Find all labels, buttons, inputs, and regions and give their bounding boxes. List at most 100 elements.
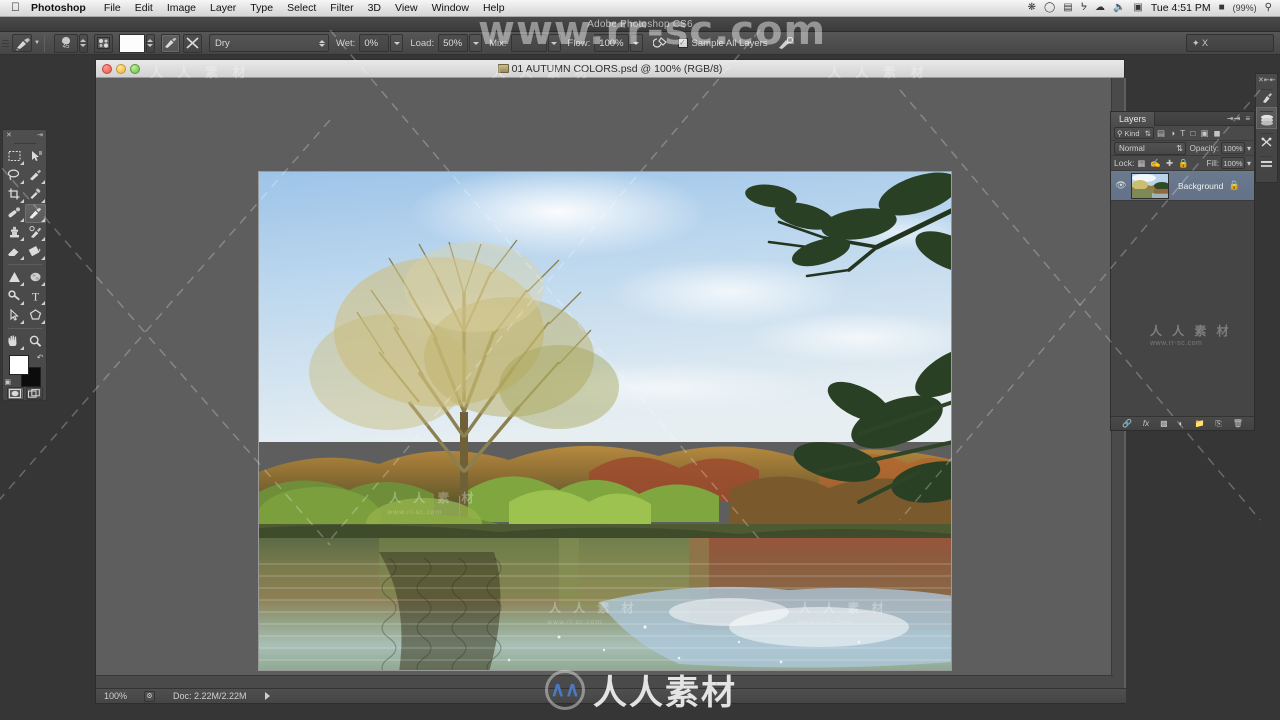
screen-mode-icon[interactable] xyxy=(25,387,43,400)
document-image[interactable]: 人 人 素 材 www.rr-sc.com 人 人 素 材 www.rr-sc.… xyxy=(258,171,952,671)
apple-icon[interactable]:  xyxy=(0,1,30,13)
zoom-icon[interactable] xyxy=(25,332,46,351)
blend-mode-select[interactable]: Normal ⇅ xyxy=(1114,141,1186,155)
paint-bucket-icon[interactable] xyxy=(25,242,46,261)
history-panel-icon[interactable] xyxy=(1256,151,1277,173)
opacity-value[interactable]: 100% xyxy=(1220,142,1245,154)
clone-stamp-icon[interactable] xyxy=(4,223,25,242)
layer-thumbnail[interactable] xyxy=(1131,172,1169,199)
lasso-icon[interactable] xyxy=(4,166,25,185)
layers-list[interactable]: 👁 Background 🔒 xyxy=(1111,171,1254,416)
type-filter-icon[interactable]: T xyxy=(1180,128,1185,138)
expand-panels-icon[interactable]: ⇤⇤ xyxy=(1264,76,1276,84)
menu-type[interactable]: Type xyxy=(243,0,280,17)
layers-filter[interactable]: ⚲ Kind ⇅ ▤ ◑ T □ ▣ ◼ xyxy=(1114,127,1251,139)
checkbox-checked-icon[interactable]: ✓ xyxy=(677,38,688,48)
filter-kind-select[interactable]: ⚲ Kind ⇅ xyxy=(1114,127,1154,139)
zoom-level[interactable]: 100% xyxy=(104,691,138,701)
battery-icon[interactable]: ■ xyxy=(1219,3,1225,13)
adjustment-layer-icon[interactable]: ◐ xyxy=(1179,419,1184,428)
load-dropdown-icon[interactable] xyxy=(469,34,483,52)
lock-transparent-icon[interactable]: ▦ xyxy=(1137,158,1145,169)
tab-layers[interactable]: Layers xyxy=(1111,111,1156,126)
layer-style-fx-icon[interactable]: fx xyxy=(1143,419,1149,428)
swap-colors-icon[interactable]: ↶ xyxy=(37,353,44,362)
history-brush-icon[interactable] xyxy=(25,223,46,242)
menu-3d[interactable]: 3D xyxy=(361,0,388,17)
healing-brush-icon[interactable] xyxy=(4,204,25,223)
menu-file[interactable]: File xyxy=(97,0,128,17)
load-brush-icon[interactable] xyxy=(160,33,180,53)
new-layer-icon[interactable]: ⎘ xyxy=(1215,419,1221,429)
sample-all-layers-toggle[interactable]: ✓ Sample All Layers xyxy=(677,38,768,49)
lock-position-icon[interactable]: ✚ xyxy=(1166,158,1173,169)
hand-icon[interactable] xyxy=(4,332,25,351)
smartobject-filter-icon[interactable]: ▣ xyxy=(1201,128,1209,139)
brush-load-stepper[interactable] xyxy=(145,33,155,53)
os-clock[interactable]: Tue 4:51 PM xyxy=(1151,2,1211,14)
menu-photoshop[interactable]: Photoshop xyxy=(30,0,97,17)
flow-dropdown-icon[interactable] xyxy=(629,34,643,52)
brush-size-stepper[interactable] xyxy=(78,33,88,53)
clean-brush-icon[interactable] xyxy=(182,33,202,53)
crop-icon[interactable] xyxy=(4,185,25,204)
tools-close-icon[interactable]: ✕ xyxy=(6,131,12,139)
brush-preset-icon[interactable] xyxy=(93,33,113,53)
current-brush-load-swatch[interactable] xyxy=(118,33,145,53)
path-selection-icon[interactable] xyxy=(4,306,25,325)
mix-input[interactable] xyxy=(510,34,547,52)
adjustments-panel-icon[interactable] xyxy=(1256,129,1277,151)
opacity-dropdown-icon[interactable]: ▾ xyxy=(1247,144,1251,153)
eye-icon[interactable]: 👁 xyxy=(1115,180,1127,191)
link-layers-icon[interactable]: 🔗 xyxy=(1122,419,1132,428)
eraser-icon[interactable] xyxy=(4,242,25,261)
tool-preset-chevron-icon[interactable]: ▼ xyxy=(34,40,40,46)
delete-layer-icon[interactable]: 🗑 xyxy=(1233,419,1243,428)
wifi-icon[interactable]: ☁ xyxy=(1095,3,1105,13)
bluetooth-icon[interactable]: ᔭ xyxy=(1081,3,1087,13)
menu-select[interactable]: Select xyxy=(280,0,323,17)
tools-collapse-icon[interactable]: ⇥ xyxy=(37,131,43,139)
color-panel-icon[interactable] xyxy=(1256,85,1277,107)
shape-icon[interactable] xyxy=(25,306,46,325)
default-colors-icon[interactable]: ▣ xyxy=(5,378,12,386)
layer-row-background[interactable]: 👁 Background 🔒 xyxy=(1111,171,1254,201)
load-input[interactable]: 50% xyxy=(438,34,469,52)
tools-panel-header[interactable]: ✕ ⇥ xyxy=(3,130,46,141)
spinner-icon[interactable]: ❋ xyxy=(1028,3,1036,13)
pressure-icon[interactable] xyxy=(776,34,795,53)
menu-help[interactable]: Help xyxy=(476,0,512,17)
options-bar-grip[interactable] xyxy=(2,35,9,52)
display-icon[interactable]: ▤ xyxy=(1063,3,1072,13)
tool-preset-picker[interactable]: ▼ xyxy=(12,34,40,52)
brush-size-picker[interactable]: 45 xyxy=(53,33,78,53)
type-icon[interactable]: T xyxy=(25,287,46,306)
blur-icon[interactable] xyxy=(25,268,46,287)
foreground-color-swatch[interactable] xyxy=(8,354,29,375)
clock-icon[interactable]: ◯ xyxy=(1044,3,1055,13)
wet-input[interactable]: 0% xyxy=(359,34,390,52)
new-group-icon[interactable]: 📁 xyxy=(1194,419,1204,428)
quick-selection-icon[interactable] xyxy=(25,166,46,185)
standard-mode-icon[interactable] xyxy=(6,387,24,400)
panel-menu-icon[interactable]: ≡ xyxy=(1245,114,1250,123)
menu-window[interactable]: Window xyxy=(425,0,476,17)
document-title-bar[interactable]: 01 AUTUMN COLORS.psd @ 100% (RGB/8) xyxy=(96,60,1124,78)
fill-control[interactable]: Fill: 100% ▾ xyxy=(1207,157,1251,169)
right-dock-header[interactable]: ✕ ⇤⇤ xyxy=(1256,74,1277,85)
move-icon[interactable] xyxy=(25,147,46,166)
airbrush-icon[interactable] xyxy=(651,34,670,53)
airplay-icon[interactable]: ▣ xyxy=(1133,3,1142,13)
collapse-icon[interactable]: ⇥⇥ xyxy=(1227,114,1240,123)
mixer-brush-icon[interactable] xyxy=(24,203,46,223)
filter-toggle-icon[interactable]: ◼ xyxy=(1214,128,1221,139)
brush-combination-select[interactable]: Dry xyxy=(208,34,329,52)
gradient-icon[interactable] xyxy=(4,268,25,287)
search-icon[interactable]: ⚲ xyxy=(1265,3,1272,13)
lock-all-icon[interactable]: 🔒 xyxy=(1178,158,1189,169)
opacity-control[interactable]: Opacity: 100% ▾ xyxy=(1190,142,1251,154)
dodge-icon[interactable] xyxy=(4,287,25,306)
flow-input[interactable]: 100% xyxy=(594,34,629,52)
status-arrow-icon[interactable] xyxy=(264,692,270,700)
shape-filter-icon[interactable]: □ xyxy=(1190,128,1195,138)
